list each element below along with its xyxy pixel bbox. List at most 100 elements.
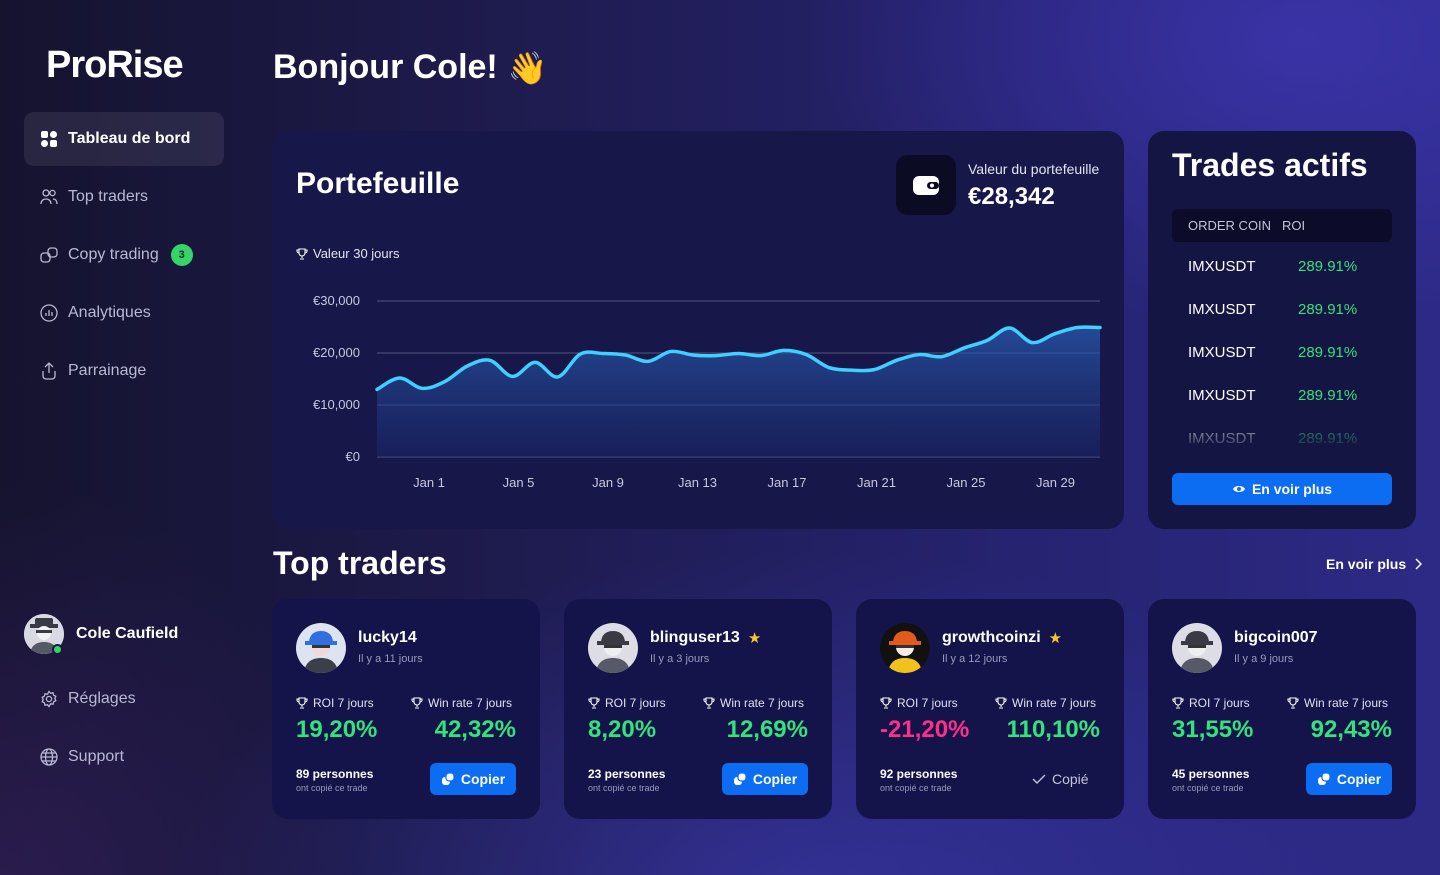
trophy-icon	[880, 697, 892, 709]
dashboard-icon	[41, 131, 57, 147]
trader-card[interactable]: lucky14 Il y a 11 jours ROI 7 jours Win rat…	[272, 599, 540, 819]
sidebar-item-label: Copy trading	[68, 246, 159, 263]
portfolio-chart: €30,000 €20,000 €10,000 €0 Jan 1 Jan 5 Jan 9 Ja…	[313, 293, 1102, 490]
sidebar-item-copy-trading[interactable]: Copy trading 3	[24, 228, 224, 282]
trade-row[interactable]: IMXUSDT 289.91%	[1188, 387, 1357, 404]
copy-icon	[40, 247, 58, 263]
trader-card[interactable]: growthcoinzi ★ Il y a 12 jours ROI 7 jours W…	[856, 599, 1124, 819]
winrate-value: 92,43%	[1310, 716, 1392, 743]
roi-label: ROI 7 jours	[296, 696, 374, 710]
chart-period-label: Valeur 30 jours	[296, 246, 399, 261]
roi-label: ROI 7 jours	[588, 696, 666, 710]
copiers-sub: ont copié ce trade	[1172, 783, 1244, 793]
copiers-count: 92 personnes	[880, 767, 958, 781]
trophy-icon	[1287, 697, 1299, 709]
trade-coin: IMXUSDT	[1188, 258, 1256, 275]
portfolio-value: €28,342	[968, 183, 1055, 210]
sidebar-item-referral[interactable]: Parrainage	[24, 344, 224, 398]
view-more-traders-link[interactable]: En voir plus	[1326, 556, 1423, 572]
chevron-right-icon	[1415, 558, 1423, 570]
check-icon	[1032, 774, 1046, 784]
user-name: Cole Caufield	[76, 625, 179, 642]
trader-name: lucky14	[358, 629, 417, 646]
trade-coin: IMXUSDT	[1188, 344, 1256, 361]
sidebar-item-label: Parrainage	[68, 362, 147, 379]
winrate-label: Win rate 7 jours	[1287, 696, 1388, 710]
column-header: ROI	[1282, 218, 1306, 233]
x-tick-label: Jan 9	[592, 475, 624, 490]
sidebar-item-settings[interactable]: Réglages	[24, 672, 224, 726]
sidebar-item-dashboard[interactable]: Tableau de bord	[24, 112, 224, 166]
analytics-icon	[40, 304, 58, 322]
portfolio-card: Portefeuille Valeur du portefeuille €28,…	[272, 131, 1124, 529]
x-tick-label: Jan 17	[767, 475, 806, 490]
trophy-icon	[703, 697, 715, 709]
x-tick-label: Jan 29	[1036, 475, 1075, 490]
share-icon	[42, 362, 56, 380]
top-traders-title: Top traders	[273, 545, 447, 581]
sidebar-item-label: Support	[68, 748, 125, 765]
trade-row[interactable]: IMXUSDT 289.91%	[1188, 258, 1357, 275]
y-tick-label: €10,000	[313, 397, 360, 412]
roi-value: 19,20%	[296, 716, 378, 743]
gear-icon	[41, 690, 57, 708]
trophy-icon	[995, 697, 1007, 709]
user-profile[interactable]: Cole Caufield	[24, 614, 178, 654]
sidebar-item-analytics[interactable]: Analytiques	[24, 286, 224, 340]
y-tick-label: €20,000	[313, 345, 360, 360]
list-fade-overlay	[1148, 407, 1416, 447]
portfolio-title: Portefeuille	[296, 167, 460, 200]
winrate-value: 110,10%	[1006, 716, 1100, 743]
trader-avatar	[1172, 623, 1222, 673]
copiers-count: 45 personnes	[1172, 767, 1250, 781]
trade-row[interactable]: IMXUSDT 289.91%	[1188, 301, 1357, 318]
x-tick-label: Jan 13	[678, 475, 717, 490]
roi-label: ROI 7 jours	[880, 696, 958, 710]
sidebar-item-top-traders[interactable]: Top traders	[24, 170, 224, 224]
trophy-icon	[411, 697, 423, 709]
copiers-sub: ont copié ce trade	[588, 783, 660, 793]
trader-joined: Il y a 3 jours	[650, 653, 710, 665]
copy-button[interactable]: Copier	[1306, 763, 1392, 795]
view-more-trades-button[interactable]: En voir plus	[1172, 473, 1392, 505]
y-tick-label: €30,000	[313, 293, 360, 308]
winrate-label: Win rate 7 jours	[703, 696, 804, 710]
roi-value: 31,55%	[1172, 716, 1254, 743]
trade-roi: 289.91%	[1298, 258, 1358, 275]
x-tick-label: Jan 1	[413, 475, 445, 490]
globe-icon	[40, 748, 58, 766]
waving-hand-icon: 👋	[507, 49, 548, 86]
trophy-icon	[296, 247, 308, 260]
trade-row[interactable]: IMXUSDT 289.91%	[1188, 344, 1357, 361]
trade-coin: IMXUSDT	[1188, 387, 1256, 404]
page-title: Bonjour Cole! 👋	[273, 48, 548, 87]
copiers-count: 89 personnes	[296, 767, 374, 781]
trader-joined: Il y a 12 jours	[942, 653, 1008, 665]
sidebar-item-label: Analytiques	[68, 304, 151, 321]
copy-button[interactable]: Copier	[430, 763, 516, 795]
x-tick-label: Jan 25	[946, 475, 985, 490]
trader-card[interactable]: bigcoin007 Il y a 9 jours ROI 7 jours Win r…	[1148, 599, 1416, 819]
app-logo: ProRise	[46, 44, 184, 86]
active-trades-title: Trades actifs	[1172, 147, 1368, 183]
roi-value: 8,20%	[588, 716, 657, 743]
copy-button[interactable]: Copier	[722, 763, 808, 795]
column-header: ORDER COIN	[1188, 218, 1272, 233]
trader-card[interactable]: blinguser13 ★ Il y a 3 jours ROI 7 jours Win…	[564, 599, 832, 819]
portfolio-value-label: Valeur du portefeuille	[968, 161, 1100, 177]
trader-name: bigcoin007	[1234, 629, 1318, 646]
copied-status: Copié	[1032, 771, 1089, 787]
roi-value: -21,20%	[880, 716, 970, 743]
trophy-icon	[1172, 697, 1184, 709]
trades-table-header: ORDER COIN ROI	[1172, 209, 1392, 242]
sidebar-item-label: Réglages	[68, 690, 136, 707]
copy-icon	[441, 772, 455, 785]
sidebar-item-support[interactable]: Support	[24, 730, 224, 784]
active-trades-card: Trades actifs ORDER COIN ROI IMXUSDT 289.…	[1148, 131, 1416, 529]
trader-joined: Il y a 11 jours	[358, 653, 423, 665]
trade-roi: 289.91%	[1298, 387, 1358, 404]
winrate-label: Win rate 7 jours	[411, 696, 512, 710]
notification-badge: 3	[170, 244, 193, 266]
trader-avatar	[588, 623, 638, 673]
x-tick-label: Jan 5	[503, 475, 535, 490]
